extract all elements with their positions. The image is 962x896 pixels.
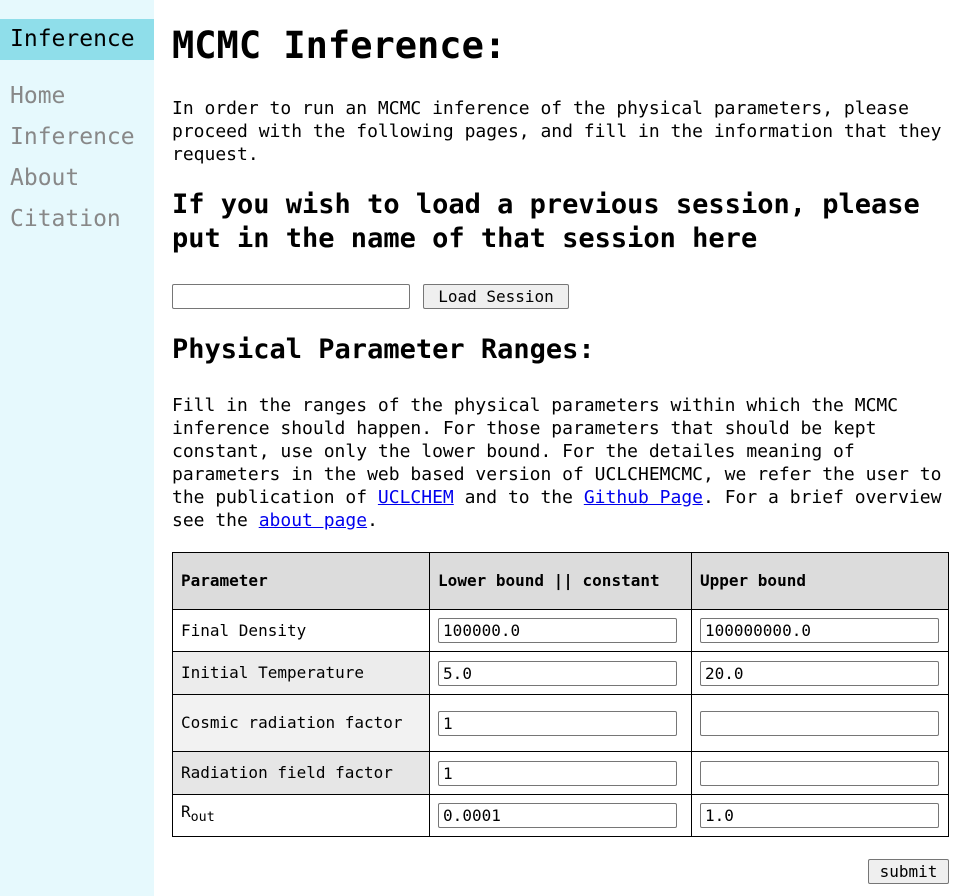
upper-bound-input[interactable] bbox=[700, 760, 939, 786]
sidebar-item-inference[interactable]: Inference bbox=[10, 124, 135, 150]
desc-text-2: and to the bbox=[453, 487, 584, 508]
lower-bound-input[interactable] bbox=[438, 760, 678, 786]
upper-cell bbox=[691, 609, 949, 652]
ranges-description: Fill in the ranges of the physical param… bbox=[172, 394, 952, 532]
param-name: Final Density bbox=[171, 609, 431, 652]
param-name-rout: Rout bbox=[171, 794, 431, 837]
session-name-input[interactable] bbox=[172, 284, 410, 309]
header-upper-bound: Upper bound bbox=[691, 552, 949, 610]
table-row: Initial Temperature bbox=[171, 651, 949, 695]
lower-cell bbox=[429, 609, 692, 652]
uclchem-link[interactable]: UCLCHEM bbox=[378, 487, 454, 508]
table-row: Cosmic radiation factor bbox=[171, 694, 949, 752]
upper-cell bbox=[691, 651, 949, 695]
lower-cell bbox=[429, 651, 692, 695]
upper-bound-input[interactable] bbox=[700, 618, 939, 643]
upper-cell bbox=[691, 794, 949, 837]
sidebar-item-about[interactable]: About bbox=[10, 165, 79, 191]
table-row: Final Density bbox=[171, 609, 949, 652]
intro-text: In order to run an MCMC inference of the… bbox=[172, 98, 942, 165]
desc-text-4: . bbox=[367, 510, 378, 531]
lower-cell bbox=[429, 794, 692, 837]
param-name-subscript: out bbox=[190, 810, 215, 826]
param-name: Cosmic radiation factor bbox=[171, 694, 431, 752]
param-name-symbol: R bbox=[181, 802, 191, 822]
ranges-heading: Physical Parameter Ranges: bbox=[172, 334, 595, 365]
lower-bound-input[interactable] bbox=[438, 618, 678, 643]
page-title: MCMC Inference: bbox=[172, 24, 507, 67]
sidebar-item-citation[interactable]: Citation bbox=[10, 206, 121, 232]
param-name: Initial Temperature bbox=[171, 651, 431, 695]
upper-bound-input[interactable] bbox=[700, 710, 939, 736]
lower-bound-input[interactable] bbox=[438, 660, 678, 686]
session-heading: If you wish to load a previous session, … bbox=[172, 189, 920, 254]
table-row: Radiation field factor bbox=[171, 751, 949, 795]
about-page-link[interactable]: about page bbox=[259, 510, 367, 531]
lower-bound-input[interactable] bbox=[438, 803, 678, 828]
load-session-button[interactable]: Load Session bbox=[423, 284, 569, 309]
lower-cell bbox=[429, 694, 692, 752]
lower-bound-input[interactable] bbox=[438, 710, 678, 736]
upper-bound-input[interactable] bbox=[700, 660, 939, 686]
parameter-table: Parameter Lower bound || constant Upper … bbox=[171, 552, 949, 837]
header-parameter: Parameter bbox=[171, 552, 431, 610]
header-lower-bound: Lower bound || constant bbox=[429, 552, 692, 610]
submit-button[interactable]: submit bbox=[868, 859, 949, 884]
upper-cell bbox=[691, 751, 949, 795]
lower-cell bbox=[429, 751, 692, 795]
table-row: Rout bbox=[171, 794, 949, 837]
param-name: Radiation field factor bbox=[171, 751, 431, 795]
upper-cell bbox=[691, 694, 949, 752]
sidebar: Inference Home Inference About Citation bbox=[0, 0, 154, 896]
upper-bound-input[interactable] bbox=[700, 803, 939, 828]
sidebar-header-inference[interactable]: Inference bbox=[0, 19, 154, 60]
sidebar-item-home[interactable]: Home bbox=[10, 83, 65, 109]
github-page-link[interactable]: Github Page bbox=[584, 487, 703, 508]
